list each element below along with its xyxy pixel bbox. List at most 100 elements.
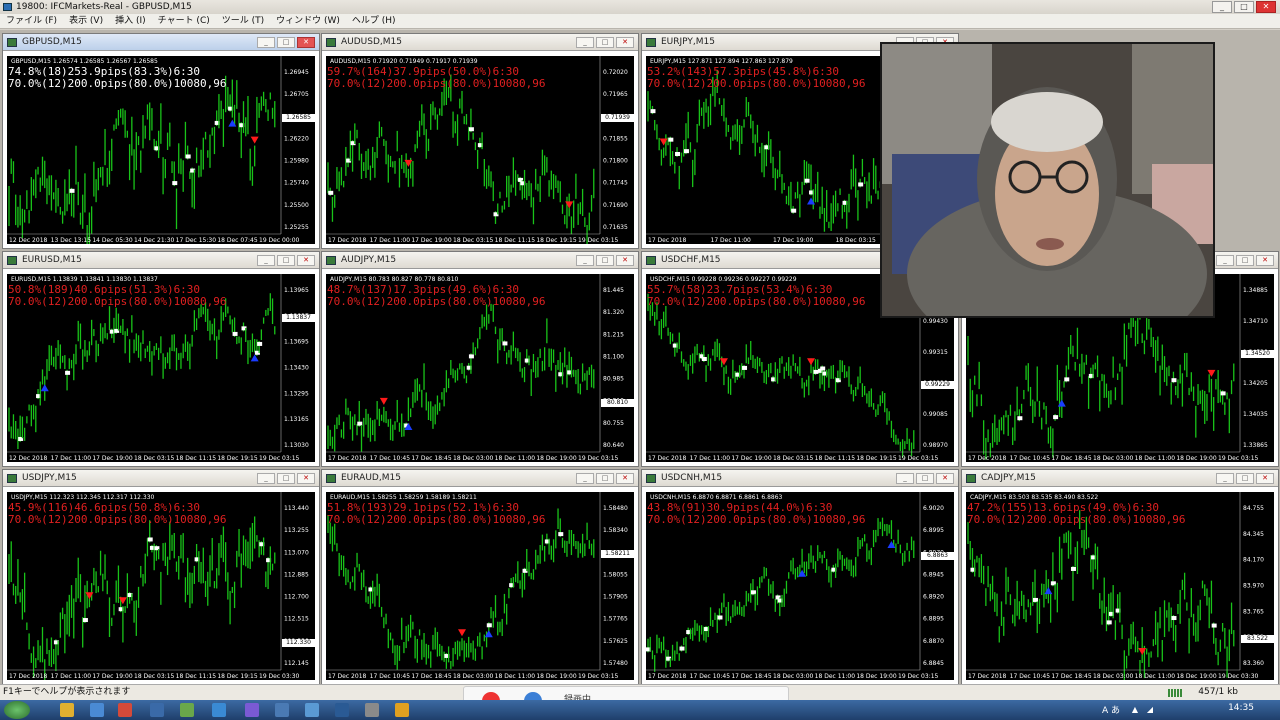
chart-maximize-button[interactable]: □ (596, 37, 614, 48)
chart-maximize-button[interactable]: □ (596, 255, 614, 266)
chart-maximize-button[interactable]: □ (1236, 255, 1254, 266)
entry-mark (1220, 391, 1226, 396)
chart-plot-area[interactable]: 1.26945 1.26705 1.26585 1.26220 1.25980 1.257… (7, 56, 315, 244)
chart-minimize-button[interactable]: _ (257, 473, 275, 484)
chart-plot-area[interactable]: 113.440 113.255 113.070 112.885 112.700 112.5… (7, 492, 315, 680)
app-icon-1[interactable] (150, 703, 164, 717)
chart-window[interactable]: EURUSD,M15 _□✕ 1.13965 1.13837 1.13695 1.1343… (2, 251, 320, 467)
app-icon-6[interactable] (305, 703, 319, 717)
chart-plot-area[interactable]: 81.445 81.320 81.215 81.100 80.985 80.810 80.7… (326, 274, 634, 462)
entry-mark (486, 623, 492, 628)
menu-insert[interactable]: 挿入 (I) (109, 14, 152, 28)
time-label: 17 Dec 11:00 (690, 455, 731, 462)
chart-symbol-line: USDCNH,M15 6.8870 6.8871 6.8861 6.8863 (650, 494, 783, 501)
chart-close-button[interactable]: ✕ (1256, 473, 1274, 484)
chart-window-buttons: _□✕ (576, 255, 634, 266)
chart-window-buttons: _□✕ (257, 255, 315, 266)
chart-close-button[interactable]: ✕ (297, 255, 315, 266)
window-minimize-button[interactable]: _ (1212, 1, 1232, 13)
chart-close-button[interactable]: ✕ (616, 473, 634, 484)
chart-close-button[interactable]: ✕ (1256, 255, 1274, 266)
browser-icon[interactable] (118, 703, 132, 717)
chart-titlebar[interactable]: AUDUSD,M15 _ □ ✕ (322, 34, 638, 51)
chart-plot-area[interactable]: 6.90206.89956.89706.89456.89206.88956.88… (646, 492, 954, 680)
chart-minimize-button[interactable]: _ (257, 255, 275, 266)
app-icon-4[interactable] (245, 703, 259, 717)
chart-window[interactable]: USDCNH,M15_□✕ 6.90206.89956.89706.89456.8… (641, 469, 959, 685)
chart-maximize-button[interactable]: □ (1236, 473, 1254, 484)
chart-window[interactable]: AUDUSD,M15 _□✕ 0.72020 0.71965 0.71939 0.7185… (321, 33, 639, 249)
chart-window[interactable]: AUDJPY,M15 _ □ ✕ 81.445 81.320 81.215 81.100 80.… (321, 251, 639, 467)
ime-indicator[interactable]: A あ (1102, 703, 1120, 716)
window-close-button[interactable]: ✕ (1256, 1, 1276, 13)
chart-titlebar[interactable]: USDCNH,M15 _ □ ✕ (642, 470, 958, 487)
chart-titlebar[interactable]: EURAUD,M15 _ □ ✕ (322, 470, 638, 487)
chart-plot-area[interactable]: 1.58480 1.58340 1.58211 1.58055 1.57905 1.577… (326, 492, 634, 680)
chart-minimize-button[interactable]: _ (1216, 255, 1234, 266)
chart-titlebar[interactable]: GBPUSD,M15 _ □ ✕ (3, 34, 319, 51)
chart-window[interactable]: CADJPY,M15 _ □ ✕ 84.755 84.345 84.170 83.970 83.… (961, 469, 1279, 685)
menu-chart[interactable]: チャート (C) (152, 14, 216, 28)
chart-close-button[interactable]: ✕ (616, 255, 634, 266)
menu-window[interactable]: ウィンドウ (W) (270, 14, 346, 28)
chart-titlebar[interactable]: EURUSD,M15 _ □ ✕ (3, 252, 319, 269)
chart-minimize-button[interactable]: _ (1216, 473, 1234, 484)
entry-mark (804, 178, 810, 183)
stats-line-2: 70.0%(12)200.0pips(80.0%)10080,96 (8, 77, 227, 90)
chart-titlebar[interactable]: USDJPY,M15 _ □ ✕ (3, 470, 319, 487)
chart-maximize-button[interactable]: □ (277, 255, 295, 266)
menu-tools[interactable]: ツール (T) (216, 14, 270, 28)
price-label: 6.9020 (923, 505, 944, 512)
mt4-icon[interactable] (395, 703, 409, 717)
time-label: 18 Dec 19:15 (217, 455, 258, 462)
chart-window[interactable]: GBPUSD,M15 _□✕ 1.26945 1.26705 1.26585 1.2622… (2, 33, 320, 249)
time-label: 17 Dec 19:00 (731, 455, 772, 462)
price-label: 112.700 (284, 594, 309, 601)
chart-minimize-button[interactable]: _ (576, 473, 594, 484)
chart-plot-area[interactable]: 84.755 84.345 84.170 83.970 83.765 83.522 83.3… (966, 492, 1274, 680)
chart-plot-area[interactable]: 0.72020 0.71965 0.71939 0.71855 0.71800 0.717… (326, 56, 634, 244)
app-icon-5[interactable] (275, 703, 289, 717)
time-label: 17 Dec 11:00 (51, 673, 92, 680)
chart-minimize-button[interactable]: _ (257, 37, 275, 48)
start-button[interactable] (4, 701, 30, 719)
chart-titlebar[interactable]: AUDJPY,M15 _ □ ✕ (322, 252, 638, 269)
terminal-icon[interactable] (365, 703, 379, 717)
menu-help[interactable]: ヘルプ (H) (346, 14, 402, 28)
app-icon-7[interactable] (335, 703, 349, 717)
time-label: 18 Dec 03:15 (836, 237, 877, 244)
current-price-marker: 1.58211 (601, 550, 634, 559)
price-label: 1.13695 (284, 339, 309, 346)
chart-window[interactable]: EURAUD,M15 _□✕ 1.58480 1.58340 1.58211 1.5805… (321, 469, 639, 685)
chart-maximize-button[interactable]: □ (277, 473, 295, 484)
chart-minimize-button[interactable]: _ (576, 37, 594, 48)
chart-maximize-button[interactable]: □ (596, 473, 614, 484)
menu-bar: ファイル (F) 表示 (V) 挿入 (I) チャート (C) ツール (T) … (0, 14, 1280, 29)
time-label: 17 Dec 2018 (968, 455, 1007, 462)
price-label: 84.345 (1243, 531, 1264, 538)
media-icon[interactable] (90, 703, 104, 717)
chart-window[interactable]: USDJPY,M15 _ □ ✕ 113.440 113.255 113.070 112.88… (2, 469, 320, 685)
chart-maximize-button[interactable]: □ (916, 473, 934, 484)
chart-close-button[interactable]: ✕ (616, 37, 634, 48)
entry-mark (172, 181, 178, 186)
menu-file[interactable]: ファイル (F) (0, 14, 63, 28)
chart-maximize-button[interactable]: □ (277, 37, 295, 48)
chart-plot-area[interactable]: 1.13965 1.13837 1.13695 1.13430 1.13295 1.131… (7, 274, 315, 462)
app-icon-2[interactable] (180, 703, 194, 717)
chart-minimize-button[interactable]: _ (576, 255, 594, 266)
chart-close-button[interactable]: ✕ (936, 473, 954, 484)
chart-minimize-button[interactable]: _ (896, 473, 914, 484)
app-icon-3[interactable] (212, 703, 226, 717)
time-label: 17 Dec 2018 (9, 673, 48, 680)
menu-view[interactable]: 表示 (V) (63, 14, 109, 28)
volume-icon[interactable]: ◢ (1145, 704, 1155, 715)
network-icon[interactable]: ▲ (1130, 704, 1140, 715)
chart-close-button[interactable]: ✕ (297, 473, 315, 484)
chart-close-button[interactable]: ✕ (297, 37, 315, 48)
window-maximize-button[interactable]: □ (1234, 1, 1254, 13)
chart-title: USDCHF,M15 (661, 255, 721, 265)
chart-symbol-line: AUDJPY,M15 80.783 80.827 80.778 80.810 (330, 276, 459, 283)
chart-titlebar[interactable]: CADJPY,M15 _ □ ✕ (962, 470, 1278, 487)
explorer-icon[interactable] (60, 703, 74, 717)
